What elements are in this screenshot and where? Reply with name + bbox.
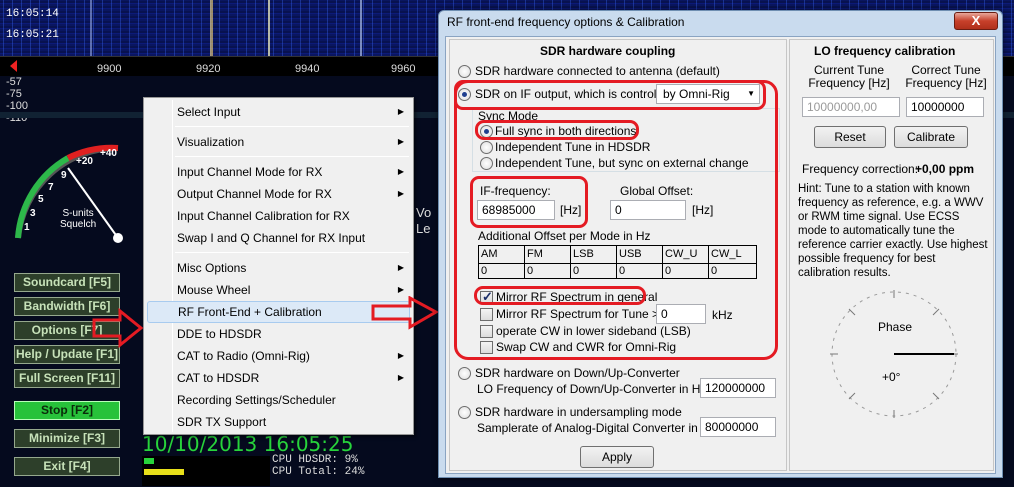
phase-dial-icon [830, 290, 958, 418]
submenu-arrow-icon: ▶ [397, 137, 404, 146]
options-context-menu: Select Input ▶ Visualization ▶ Input Chann… [143, 97, 414, 435]
cpu-hdsdr: CPU HDSDR: 9% [272, 454, 358, 466]
menu-item-misc-options[interactable]: Misc Options ▶ [147, 257, 410, 279]
db-label: -75 [6, 88, 22, 100]
submenu-arrow-icon: ▶ [397, 107, 404, 116]
date-time-display: 10/10/2013 16:05:25 [142, 432, 354, 456]
freq-tick: 9920 [196, 63, 221, 75]
menu-item-swap-iq[interactable]: Swap I and Q Channel for RX Input [147, 227, 410, 249]
menu-item-recording[interactable]: Recording Settings/Scheduler [147, 389, 410, 411]
radio-undersampling[interactable] [458, 406, 471, 419]
converter-lo-input[interactable]: 120000000 [700, 378, 776, 398]
reset-button[interactable]: Reset [814, 126, 886, 148]
db-label: -100 [6, 100, 29, 112]
submenu-arrow-icon: ▶ [397, 351, 404, 360]
full-screen-button[interactable]: Full Screen [F11] [14, 369, 120, 388]
waterfall-time-2: 16:05:21 [6, 29, 59, 41]
s-scale-label: +40 [100, 148, 117, 159]
adc-input[interactable]: 80000000 [700, 417, 776, 437]
phase-label: Phase [878, 320, 913, 334]
s-scale-label: 5 [38, 194, 44, 205]
dialog-client: SDR hardware coupling SDR hardware conne… [445, 36, 996, 474]
s-scale-label: 9 [61, 170, 67, 181]
level-text: Le [416, 221, 431, 236]
cpu-total: CPU Total: 24% [272, 466, 365, 478]
squelch-label: Squelch [60, 219, 97, 230]
stop-button[interactable]: Stop [F2] [14, 401, 120, 420]
cpu-readout: CPU HDSDR: 9% CPU Total: 24% [272, 454, 364, 478]
freq-tick: 9960 [391, 63, 416, 75]
lo-calibration-group: LO frequency calibration Current Tune Fr… [789, 39, 994, 471]
menu-item-output-channel-mode[interactable]: Output Channel Mode for RX ▶ [147, 183, 410, 205]
submenu-arrow-icon: ▶ [397, 373, 404, 382]
submenu-arrow-icon: ▶ [397, 263, 404, 272]
submenu-arrow-icon: ▶ [397, 167, 404, 176]
annotation-arrow-icon [92, 308, 144, 348]
phase-dial: Phase +0° [830, 290, 958, 418]
converter-lo-label: LO Frequency of Down/Up-Converter in Hz: [477, 382, 710, 396]
lo-title: LO frequency calibration [814, 44, 956, 58]
menu-item-input-calibration[interactable]: Input Channel Calibration for RX [147, 205, 410, 227]
hint-text: Hint: Tune to a station with known frequ… [798, 183, 988, 279]
s-meter-caption: S-units Squelch [60, 208, 96, 230]
apply-button[interactable]: Apply [580, 446, 654, 468]
current-freq-input[interactable]: 10000000,00 [802, 97, 900, 117]
waterfall-time-1: 16:05:14 [6, 8, 59, 20]
correction-value: +0,00 ppm [915, 162, 975, 176]
submenu-arrow-icon: ▶ [397, 189, 404, 198]
s-scale-label: 7 [48, 182, 54, 193]
rf-frontend-dialog: RF front-end frequency options & Calibra… [438, 10, 1003, 478]
exit-button[interactable]: Exit [F4] [14, 457, 120, 476]
current-freq-label: Current Tune Frequency [Hz] [808, 63, 890, 90]
s-scale-label: +20 [76, 156, 93, 167]
vol-text: Vo [416, 205, 432, 220]
s-units-label: S-units [62, 208, 94, 219]
radio-antenna[interactable] [458, 65, 471, 78]
db-label: -57 [6, 76, 22, 88]
tune-marker-icon[interactable] [10, 60, 17, 72]
s-meter: +40 +20 9 7 5 3 1 S-units Squelch [8, 128, 138, 250]
radio-undersampling-label: SDR hardware in undersampling mode [475, 405, 682, 419]
menu-item-visualization[interactable]: Visualization ▶ [147, 131, 410, 153]
s-scale-label: 3 [30, 208, 36, 219]
highlight-box [454, 80, 778, 360]
menu-item-select-input[interactable]: Select Input ▶ [147, 101, 410, 123]
adc-label: Samplerate of Analog-Digital Converter i… [477, 421, 720, 435]
calibrate-button[interactable]: Calibrate [894, 126, 968, 148]
correct-freq-label: Correct Tune Frequency [Hz] [905, 63, 987, 90]
radio-antenna-label: SDR hardware connected to antenna (defau… [475, 64, 720, 78]
coupling-title: SDR hardware coupling [540, 44, 676, 58]
minimize-button[interactable]: Minimize [F3] [14, 429, 120, 448]
menu-item-sdr-tx[interactable]: SDR TX Support [147, 411, 410, 433]
s-scale-label: 1 [24, 222, 30, 233]
close-button[interactable]: X [954, 12, 998, 30]
correct-freq-input[interactable]: 10000000 [906, 97, 984, 117]
coupling-group: SDR hardware coupling SDR hardware conne… [449, 39, 787, 471]
phase-value: +0° [882, 370, 901, 384]
radio-converter[interactable] [458, 367, 471, 380]
annotation-arrow-icon [371, 296, 440, 330]
freq-tick: 9940 [295, 63, 320, 75]
menu-item-input-channel-mode[interactable]: Input Channel Mode for RX ▶ [147, 161, 410, 183]
correction-label: Frequency correction: [802, 162, 919, 176]
soundcard-button[interactable]: Soundcard [F5] [14, 273, 120, 292]
freq-tick: 9900 [97, 63, 122, 75]
dialog-title: RF front-end frequency options & Calibra… [447, 15, 685, 29]
level-bars [142, 456, 270, 486]
menu-item-cat-radio[interactable]: CAT to Radio (Omni-Rig) ▶ [147, 345, 410, 367]
menu-item-cat-hdsdr[interactable]: CAT to HDSDR ▶ [147, 367, 410, 389]
volume-label-partial: Vo Le [416, 205, 431, 237]
radio-converter-label: SDR hardware on Down/Up-Converter [475, 366, 680, 380]
